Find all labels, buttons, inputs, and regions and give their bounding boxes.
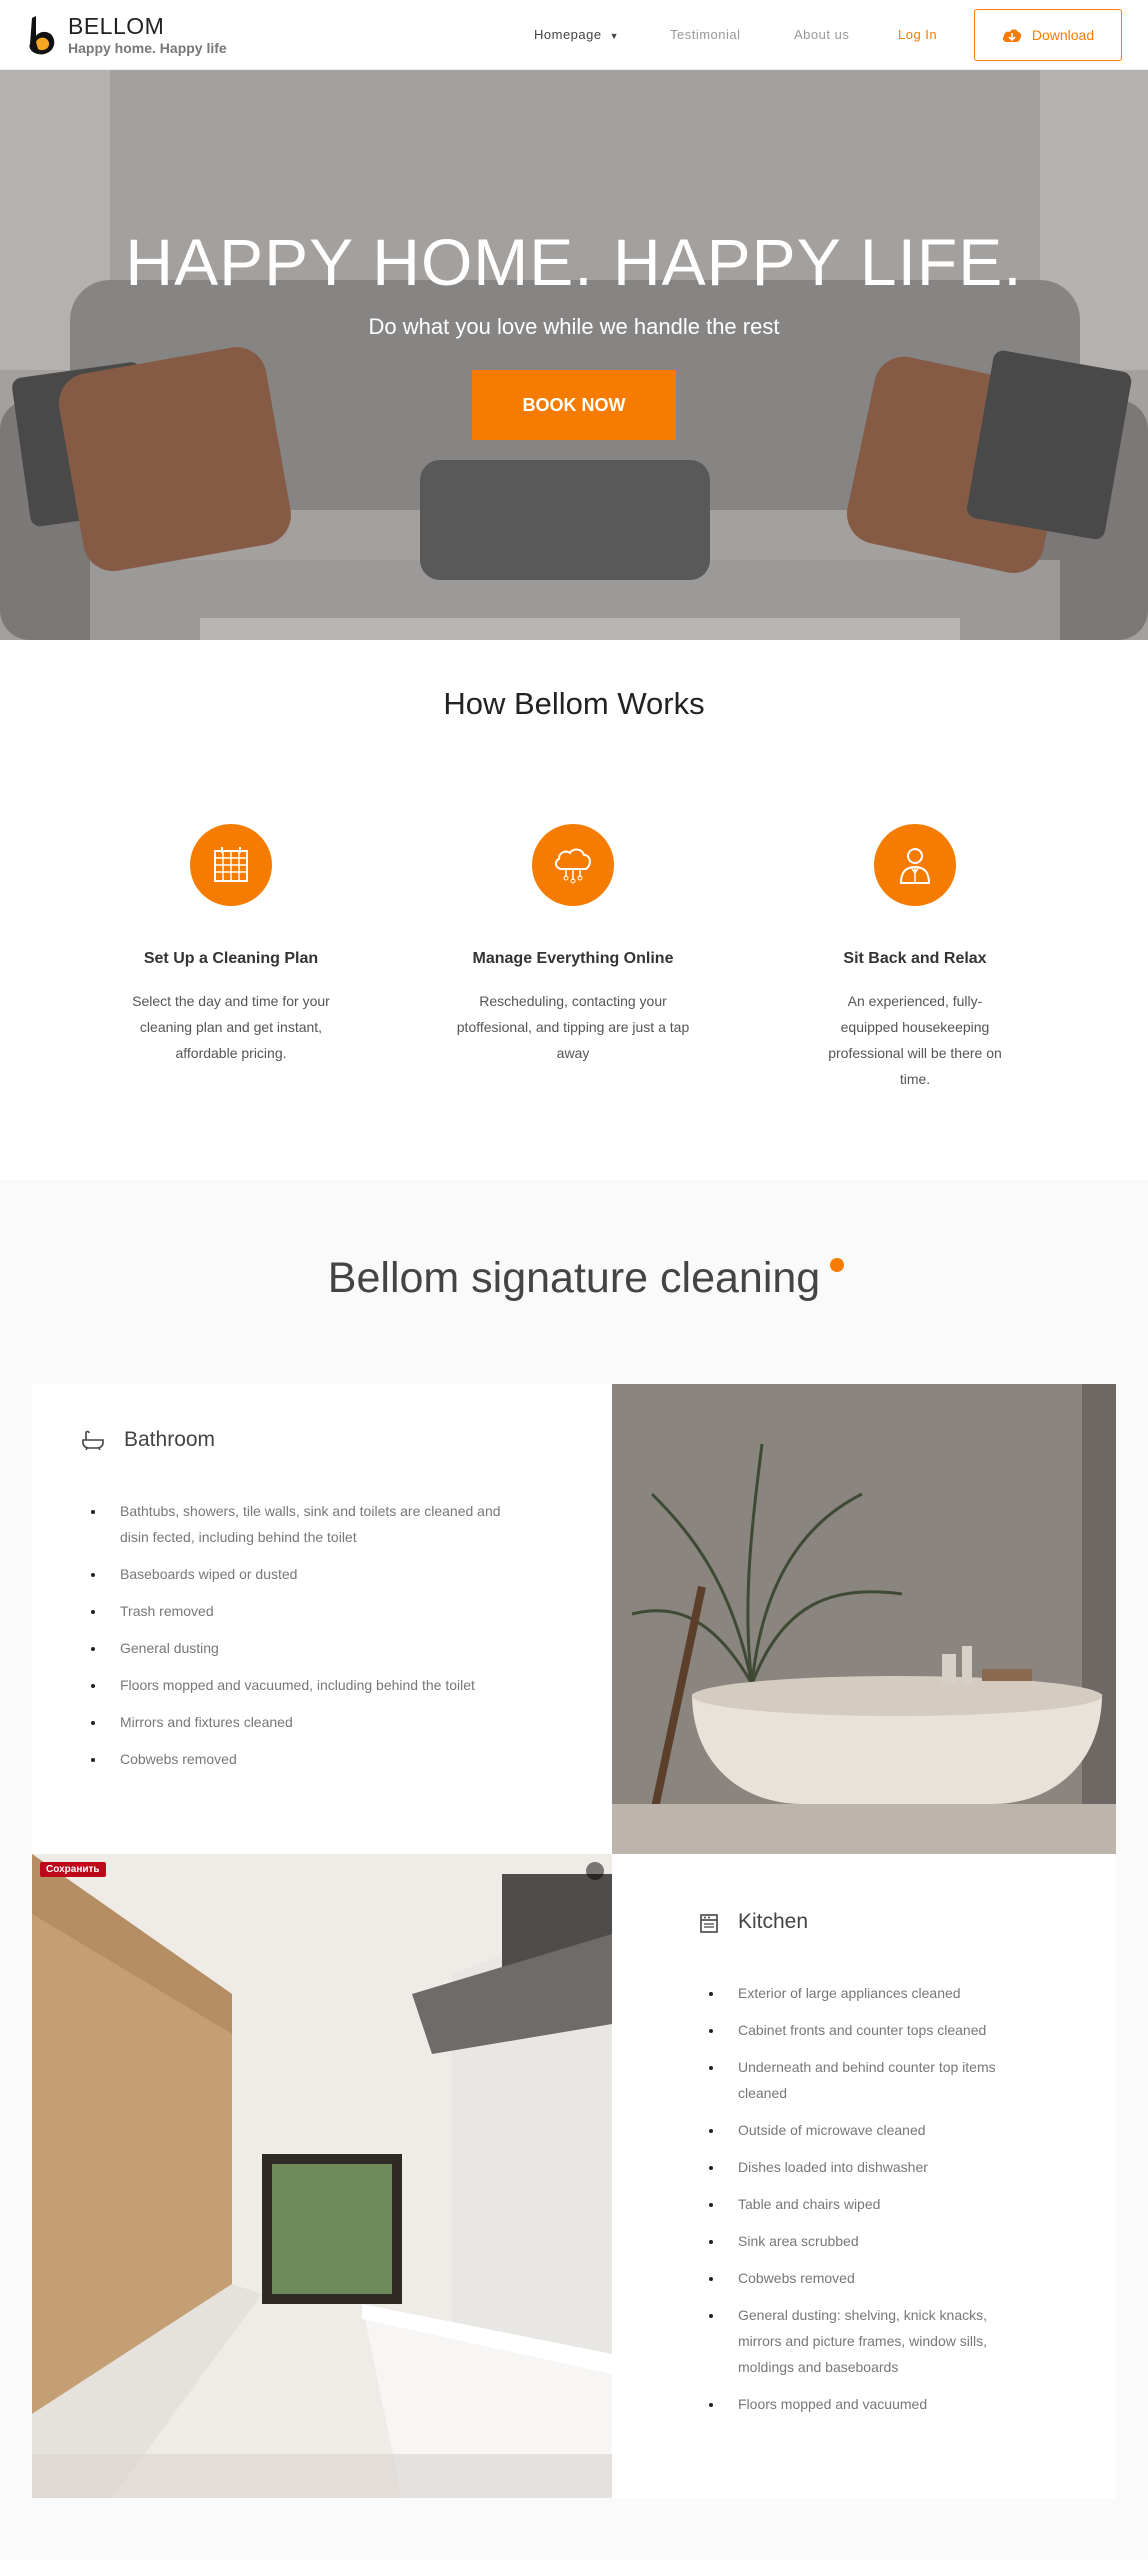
list-item: Sink area scrubbed bbox=[724, 2228, 1020, 2254]
signature-cleaning-section: Bellom signature cleaning Bathroom Batht… bbox=[0, 1180, 1148, 2560]
bathtub-icon bbox=[82, 1430, 104, 1450]
list-item: Cabinet fronts and counter tops cleaned bbox=[724, 2017, 1020, 2043]
list-item: Mirrors and fixtures cleaned bbox=[106, 1709, 512, 1735]
kitchen-title: Kitchen bbox=[738, 1910, 809, 1933]
list-item: Cobwebs removed bbox=[724, 2265, 1020, 2291]
hero-title: HAPPY HOME. HAPPY LIFE. bbox=[125, 225, 1023, 299]
kitchen-heading: Kitchen bbox=[700, 1910, 808, 1934]
brand-tagline: Happy home. Happy life bbox=[68, 40, 227, 56]
step-title: Set Up a Cleaning Plan bbox=[143, 950, 319, 967]
list-item: Table and chairs wiped bbox=[724, 2191, 1020, 2217]
step-sit-back: Sit Back and Relax An experienced, fully… bbox=[785, 824, 1045, 1092]
step-text: Select the day and time for your cleanin… bbox=[132, 993, 330, 1061]
hero-subtitle: Do what you love while we handle the res… bbox=[368, 314, 780, 339]
chevron-down-icon: ▼ bbox=[609, 31, 620, 41]
step-title: Manage Everything Online bbox=[472, 950, 674, 967]
bellom-logo-icon[interactable] bbox=[26, 14, 62, 56]
nav-log-in[interactable]: Log In bbox=[898, 27, 937, 42]
download-label: Download bbox=[1031, 27, 1095, 43]
brand[interactable]: BELLOM Happy home. Happy life bbox=[68, 12, 227, 56]
list-item: Exterior of large appliances cleaned bbox=[724, 1980, 1020, 2006]
list-item: Outside of microwave cleaned bbox=[724, 2117, 1020, 2143]
nav-homepage-label: Homepage bbox=[534, 27, 602, 42]
list-item: Dishes loaded into dishwasher bbox=[724, 2154, 1020, 2180]
bathroom-list: Bathtubs, showers, tile walls, sink and … bbox=[82, 1498, 512, 1783]
stove-icon bbox=[700, 1914, 718, 1933]
step-cleaning-plan: Set Up a Cleaning Plan Select the day an… bbox=[101, 824, 361, 1066]
calendar-icon bbox=[190, 824, 272, 906]
list-item: Baseboards wiped or dusted bbox=[106, 1561, 512, 1587]
cloud-icon bbox=[532, 824, 614, 906]
how-title: How Bellom Works bbox=[443, 686, 705, 721]
nav-testimonial[interactable]: Testimonial bbox=[670, 27, 741, 42]
kitchen-photo: Сохранить bbox=[32, 1854, 612, 2498]
bathroom-title: Bathroom bbox=[124, 1428, 216, 1451]
book-now-button[interactable]: BOOK NOW bbox=[472, 370, 676, 440]
step-text: An experienced, fully-equipped housekeep… bbox=[828, 993, 1002, 1087]
step-text: Rescheduling, contacting your ptoffesion… bbox=[456, 993, 690, 1061]
list-item: Underneath and behind counter top items … bbox=[724, 2054, 1020, 2106]
person-icon bbox=[874, 824, 956, 906]
kitchen-list: Exterior of large appliances cleaned Cab… bbox=[700, 1980, 1020, 2428]
cloud-download-icon bbox=[1002, 29, 1021, 42]
step-manage-online: Manage Everything Online Rescheduling, c… bbox=[443, 824, 703, 1066]
list-item: General dusting: shelving, knick knacks,… bbox=[724, 2302, 1020, 2380]
signature-title: Bellom signature cleaning bbox=[327, 1254, 821, 1302]
list-item: General dusting bbox=[106, 1635, 512, 1661]
bathroom-heading: Bathroom bbox=[82, 1428, 215, 1452]
accent-dot bbox=[830, 1258, 844, 1272]
bathroom-card: Bathroom Bathtubs, showers, tile walls, … bbox=[32, 1384, 612, 1854]
list-item: Bathtubs, showers, tile walls, sink and … bbox=[106, 1498, 512, 1550]
kitchen-card: Kitchen Exterior of large appliances cle… bbox=[612, 1854, 1116, 2498]
hero-overlay bbox=[0, 70, 1148, 640]
bathroom-photo bbox=[612, 1384, 1116, 1854]
site-header: BELLOM Happy home. Happy life Homepage ▼ … bbox=[0, 0, 1148, 70]
nav-homepage[interactable]: Homepage ▼ bbox=[534, 27, 619, 42]
how-it-works-section: How Bellom Works Set Up a Cleaning Plan … bbox=[0, 640, 1148, 1180]
list-item: Cobwebs removed bbox=[106, 1746, 512, 1772]
expand-icon[interactable] bbox=[586, 1862, 604, 1880]
brand-name: BELLOM bbox=[68, 13, 165, 39]
pinterest-save-button[interactable]: Сохранить bbox=[40, 1862, 106, 1877]
hero-section: HAPPY HOME. HAPPY LIFE. Do what you love… bbox=[0, 70, 1148, 640]
nav-about-us[interactable]: About us bbox=[794, 27, 849, 42]
list-item: Trash removed bbox=[106, 1598, 512, 1624]
download-button[interactable]: Download bbox=[974, 9, 1122, 61]
list-item: Floors mopped and vacuumed, including be… bbox=[106, 1672, 512, 1698]
list-item: Floors mopped and vacuumed bbox=[724, 2391, 1020, 2417]
step-title: Sit Back and Relax bbox=[843, 950, 987, 967]
